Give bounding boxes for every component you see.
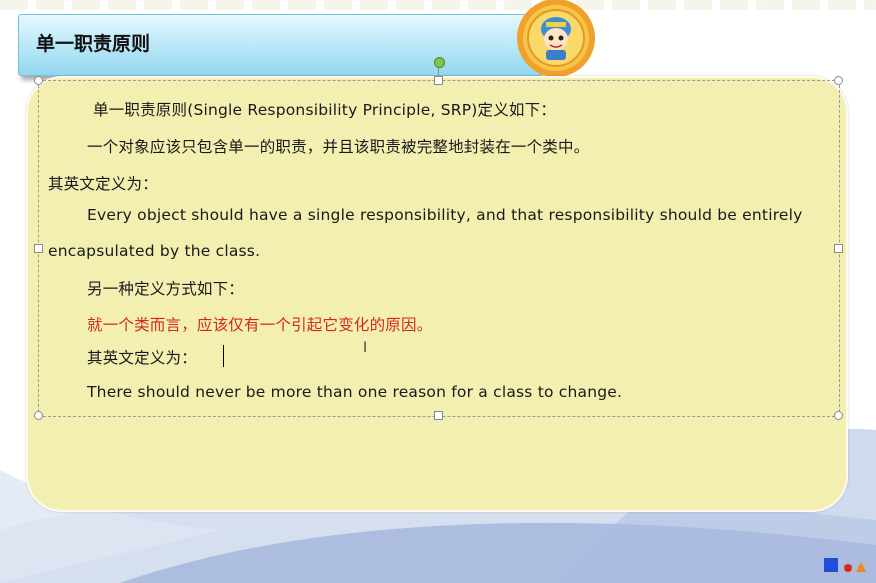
definition-intro[interactable]: 单一职责原则(Single Responsibility Principle, … [93, 98, 556, 120]
resize-handle-bottom-left[interactable] [34, 411, 43, 420]
resize-handle-bottom-right[interactable] [834, 411, 843, 420]
resize-handle-left[interactable] [34, 244, 43, 253]
english-definition-line1[interactable]: Every object should have a single respon… [87, 206, 803, 224]
alternative-definition-english[interactable]: There should never be more than one reas… [87, 383, 622, 401]
slide-title-bar: 单一职责原则 [18, 14, 540, 76]
text-caret [223, 345, 224, 367]
resize-handle-bottom[interactable] [434, 411, 443, 420]
resize-handle-top[interactable] [434, 76, 443, 85]
english-definition-line2[interactable]: encapsulated by the class. [48, 242, 260, 260]
english-definition-label-2[interactable]: 其英文定义为： [87, 346, 197, 368]
corner-logo-icon [824, 556, 868, 578]
definition-chinese[interactable]: 一个对象应该只包含单一的职责，并且该职责被完整地封装在一个类中。 [87, 135, 589, 157]
english-definition-label[interactable]: 其英文定义为： [48, 172, 158, 194]
resize-handle-top-right[interactable] [834, 76, 843, 85]
mascot-badge-icon [516, 0, 596, 78]
resize-handle-right[interactable] [834, 244, 843, 253]
alternative-definition-chinese[interactable]: 就一个类而言，应该仅有一个引起它变化的原因。 [87, 313, 432, 335]
slide-title: 单一职责原则 [36, 33, 151, 55]
rotate-handle[interactable] [434, 57, 445, 68]
alternative-definition-label[interactable]: 另一种定义方式如下： [87, 277, 244, 299]
resize-handle-top-left[interactable] [34, 76, 43, 85]
ibeam-cursor-icon: I [363, 340, 368, 356]
